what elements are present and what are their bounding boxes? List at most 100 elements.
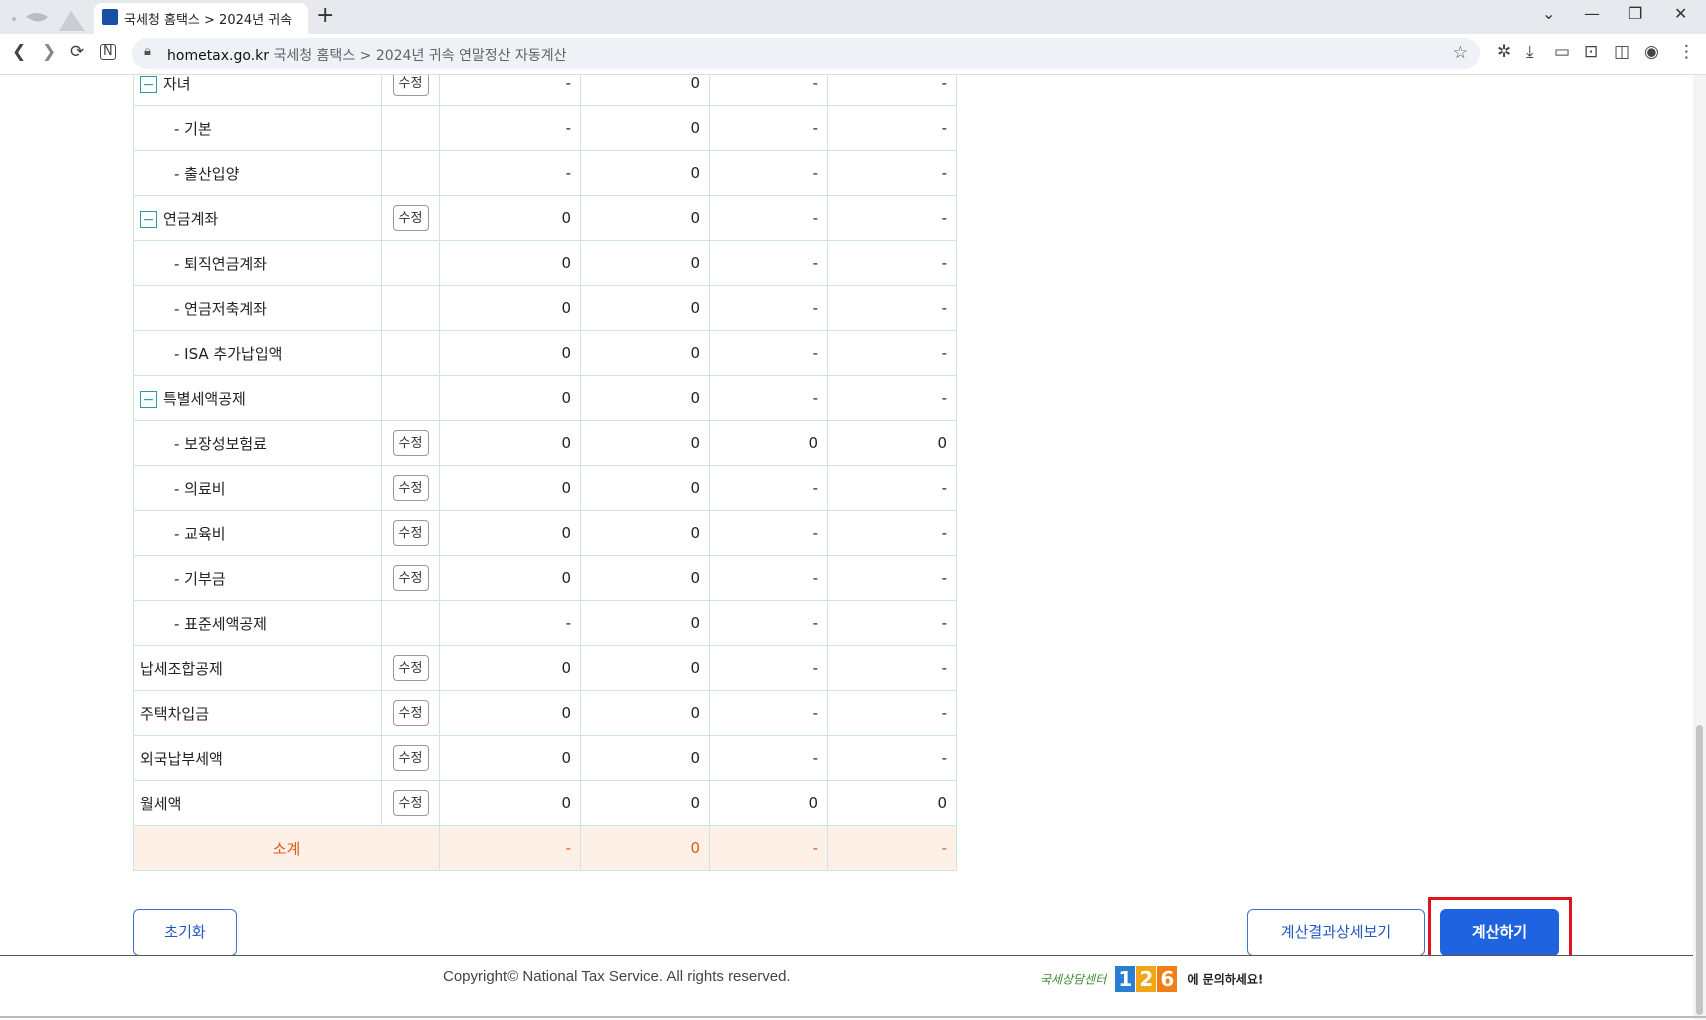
new-tab-button[interactable]: + [316,3,334,29]
value-cell: 0 [439,195,581,241]
collapse-toggle-icon[interactable]: − [140,390,157,408]
camera-icon[interactable]: ▭ [1554,42,1570,62]
collapse-toggle-icon[interactable]: − [140,75,157,93]
extensions-icon[interactable]: ✲ [1497,42,1511,62]
deduction-table: − 자녀 수정 -0- - - 기본 -0- - - 출산입양 -0- - − 연금계좌 수정 0 0- - - … [133,75,957,871]
scrollbar-thumb[interactable] [1696,725,1703,1015]
value-cell: - [709,465,828,511]
row-label-cell: - 보장성보험료 [133,420,382,466]
edit-button[interactable]: 수정 [392,205,429,231]
row-label-cell: - 의료비 [133,465,382,511]
value-cell: 0 [580,195,710,241]
row-label: - 의료비 [174,479,226,498]
value-cell: - [439,75,581,106]
screenshot-icon[interactable]: ⊡ [1584,42,1598,62]
value-cell: 0 [439,420,581,466]
edit-button[interactable]: 수정 [392,430,429,456]
restore-button[interactable]: ❐ [1628,4,1642,23]
edit-button[interactable]: 수정 [392,565,429,591]
row-label-cell: - 기본 [133,105,382,151]
value-cell: 0 [439,645,581,691]
value-cell: - [827,510,957,556]
table-row: - 연금저축계좌 0 0- - [133,285,957,331]
value-cell: 0 [580,735,710,781]
tab-search-dropdown-icon[interactable]: ⌄ [1542,4,1555,23]
edit-button[interactable]: 수정 [392,75,429,96]
edit-button[interactable]: 수정 [392,475,429,501]
value-cell: 0 [580,465,710,511]
value-cell: 0 [439,240,581,286]
row-label: 납세조합공제 [140,659,223,678]
edit-cell: 수정 [381,420,440,466]
edit-cell: 수정 [381,195,440,241]
value-cell: - [439,600,581,646]
value-cell: - [709,150,828,196]
forward-icon[interactable]: ❯ [42,42,56,62]
edit-button[interactable]: 수정 [392,700,429,726]
reset-button[interactable]: 초기화 [133,909,237,956]
edit-cell [381,240,440,286]
download-icon[interactable]: ⤓ [1526,42,1534,62]
star-icon[interactable]: ☆ [1453,43,1468,63]
table-row: − 특별세액공제 0 0- - [133,375,957,421]
address-bar[interactable]: 🔒︎ hometax.go.kr 국세청 홈택스 > 2024년 귀속 연말정산… [132,38,1480,69]
menu-icon[interactable]: ⋮ [1678,42,1695,62]
row-label: 특별세액공제 [163,389,246,408]
value-cell: 0 [827,780,957,826]
url-text[interactable]: hometax.go.kr 국세청 홈택스 > 2024년 귀속 연말정산 자동… [167,45,567,65]
row-label-cell: - 연금저축계좌 [133,285,382,331]
consult-prefix: 국세상담센터 [1040,972,1107,987]
value-cell: - [827,690,957,736]
row-label-cell: - 표준세액공제 [133,600,382,646]
row-label: - 연금저축계좌 [174,299,267,318]
minimize-button[interactable]: — [1584,4,1600,23]
back-icon[interactable]: ❮ [12,42,26,62]
row-label-cell: 주택차입금 [133,690,382,736]
value-cell: - [709,240,828,286]
notion-icon[interactable]: N [100,44,116,60]
value-cell: 0 [439,510,581,556]
reload-icon[interactable]: ⟳ [70,42,84,62]
edit-cell [381,150,440,196]
sidebar-icon[interactable]: ◫ [1614,42,1630,62]
result-detail-button[interactable]: 계산결과상세보기 [1247,909,1425,956]
value-cell: 0 [580,690,710,736]
browser-tab-bar: 국세청 홈택스 > 2024년 귀속 + ⌄ — ❐ ✕ [0,0,1706,34]
lock-icon[interactable]: 🔒︎ [144,44,151,59]
edit-button[interactable]: 수정 [392,745,429,771]
active-tab[interactable]: 국세청 홈택스 > 2024년 귀속 [94,3,308,34]
row-label: - ISA 추가납입액 [174,344,283,363]
value-cell: 0 [580,285,710,331]
row-label: - 기본 [174,119,212,138]
row-label: - 출산입양 [174,164,240,183]
value-cell: - [827,75,957,106]
row-label: - 표준세액공제 [174,614,267,633]
edit-button[interactable]: 수정 [392,520,429,546]
close-window-button[interactable]: ✕ [1674,4,1687,23]
value-cell: - [709,195,828,241]
copyright-text: Copyright© National Tax Service. All rig… [443,968,791,985]
value-cell: - [709,690,828,736]
value-cell: 0 [580,330,710,376]
page-scrollbar[interactable] [1693,75,1706,1020]
edit-cell: 수정 [381,555,440,601]
edit-button[interactable]: 수정 [392,790,429,816]
value-cell: - [709,75,828,106]
edit-cell: 수정 [381,780,440,826]
value-cell: - [709,105,828,151]
collapse-toggle-icon[interactable]: − [140,210,157,228]
profile-icon[interactable]: ◉ [1644,42,1659,62]
value-cell: - [827,645,957,691]
value-cell: 0 [439,375,581,421]
edit-cell [381,375,440,421]
value-cell: 0 [827,420,957,466]
consult-center-banner[interactable]: 국세상담센터 126 에 문의하세요! [1040,966,1263,996]
row-label-cell: − 자녀 [133,75,382,106]
row-label-cell: - 퇴직연금계좌 [133,240,382,286]
table-row: - 보장성보험료 수정 0 0 0 0 [133,420,957,466]
edit-button[interactable]: 수정 [392,655,429,681]
edit-cell: 수정 [381,645,440,691]
value-cell: - [827,375,957,421]
value-cell: 0 [439,555,581,601]
consult-number: 126 [1115,966,1178,992]
